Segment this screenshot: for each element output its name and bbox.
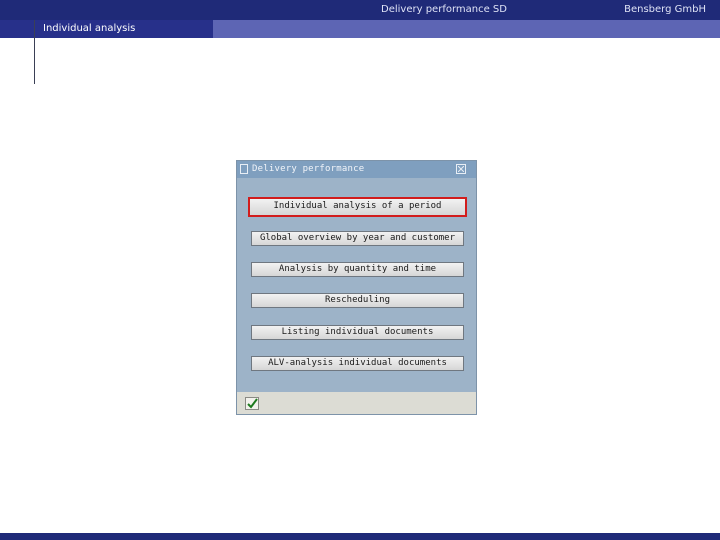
close-icon[interactable] <box>456 164 466 174</box>
global-overview-button[interactable]: Global overview by year and customer <box>251 231 464 246</box>
checkmark-icon[interactable] <box>245 397 259 410</box>
rescheduling-button[interactable]: Rescheduling <box>251 293 464 308</box>
listing-documents-button[interactable]: Listing individual documents <box>251 325 464 340</box>
document-icon <box>240 164 248 174</box>
page-title: Delivery performance SD <box>381 4 507 15</box>
divider-line <box>34 20 35 84</box>
section-label: Individual analysis <box>43 23 136 34</box>
dialog-title: Delivery performance <box>252 164 365 174</box>
alv-analysis-button[interactable]: ALV-analysis individual documents <box>251 356 464 371</box>
section-bar: Individual analysis <box>0 20 720 38</box>
dialog-titlebar: Delivery performance <box>237 161 476 178</box>
footer-bar <box>0 533 720 540</box>
dialog-footer <box>237 392 476 414</box>
analysis-quantity-time-button[interactable]: Analysis by quantity and time <box>251 262 464 277</box>
individual-analysis-period-button[interactable]: Individual analysis of a period <box>248 197 467 217</box>
company-name: Bensberg GmbH <box>624 4 706 15</box>
delivery-performance-dialog: Delivery performance Individual analysis… <box>237 161 476 414</box>
header-bar: Delivery performance SD Bensberg GmbH <box>0 0 720 20</box>
